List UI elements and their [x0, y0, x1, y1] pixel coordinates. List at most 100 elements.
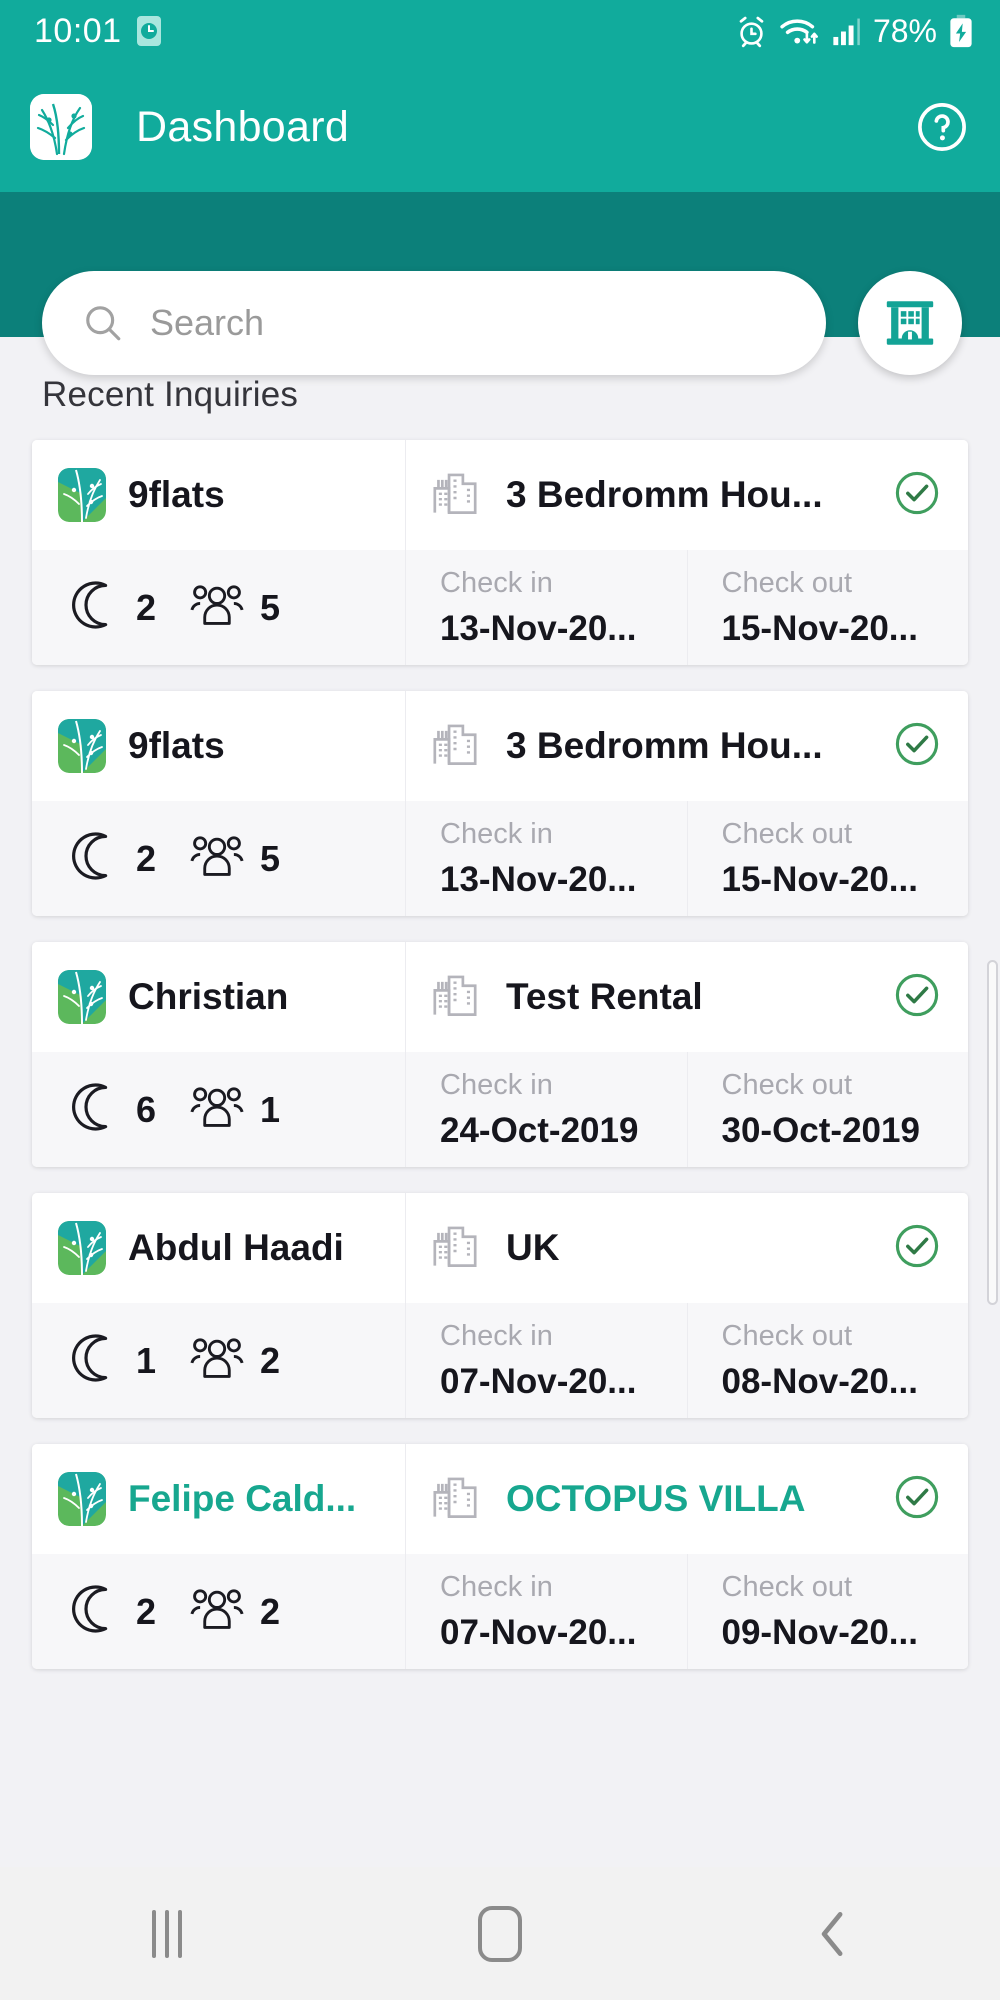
city-buildings-icon: [430, 467, 480, 524]
property-button[interactable]: [858, 271, 962, 375]
check-in-cell: Check in 07-Nov-20...: [406, 1554, 688, 1669]
check-out-value: 30-Oct-2019: [721, 1110, 920, 1150]
check-in-value: 13-Nov-20...: [440, 608, 637, 648]
city-buildings-icon: [430, 1471, 480, 1528]
property-cell[interactable]: UK: [406, 1193, 968, 1303]
search-box[interactable]: [42, 271, 826, 375]
nights-value: 6: [136, 1088, 157, 1130]
check-out-cell: Check out 08-Nov-20...: [688, 1303, 969, 1418]
inquiry-card[interactable]: Christian Test Rental 6 1 Check in 24-Oc…: [32, 942, 968, 1167]
nights-stat: 2: [72, 579, 156, 636]
check-in-label: Check in: [440, 817, 553, 850]
guest-name: 9flats: [128, 725, 225, 766]
guest-name: Christian: [128, 976, 289, 1017]
guests-stat: 5: [190, 833, 280, 884]
leaf-logo-icon: [30, 94, 92, 160]
guests-stat: 2: [190, 1586, 280, 1637]
city-buildings-icon: [430, 718, 480, 775]
check-out-label: Check out: [721, 1570, 853, 1603]
check-in-label: Check in: [440, 566, 553, 599]
search-input[interactable]: [150, 302, 786, 344]
inquiry-card-list: 9flats 3 Bedromm Hou... 2 5 Check in 13-…: [0, 415, 1000, 1669]
check-out-label: Check out: [721, 1068, 853, 1101]
status-confirmed-icon: [892, 719, 942, 774]
check-in-cell: Check in 13-Nov-20...: [406, 550, 688, 665]
guest-cell[interactable]: 9flats: [32, 691, 406, 801]
property-cell[interactable]: 3 Bedromm Hou...: [406, 440, 968, 550]
scrollbar[interactable]: [987, 960, 998, 1305]
nights-value: 2: [136, 837, 157, 879]
inquiry-card-details: 2 2 Check in 07-Nov-20... Check out 09-N…: [32, 1554, 968, 1669]
inquiry-card-details: 2 5 Check in 13-Nov-20... Check out 15-N…: [32, 801, 968, 916]
leaf-logo-icon: [58, 719, 106, 773]
app-bar: Dashboard: [0, 62, 1000, 192]
property-name: OCTOPUS VILLA: [506, 1478, 806, 1519]
property-name: Test Rental: [506, 976, 703, 1017]
nights-stat: 2: [72, 1583, 156, 1640]
recents-icon[interactable]: [107, 1889, 227, 1979]
stay-stats: 2 5: [32, 801, 406, 916]
leaf-logo-icon: [58, 1221, 106, 1275]
nights-stat: 2: [72, 830, 156, 887]
city-buildings-icon: [430, 969, 480, 1026]
city-buildings-icon: [430, 1220, 480, 1277]
system-navigation-bar: [0, 1867, 1000, 2000]
property-cell[interactable]: 3 Bedromm Hou...: [406, 691, 968, 801]
guests-value: 5: [260, 586, 281, 628]
property-name: UK: [506, 1227, 560, 1268]
check-in-value: 07-Nov-20...: [440, 1361, 637, 1401]
inquiry-card-header: Abdul Haadi UK: [32, 1193, 968, 1303]
inquiry-card-details: 6 1 Check in 24-Oct-2019 Check out 30-Oc…: [32, 1052, 968, 1167]
stay-stats: 1 2: [32, 1303, 406, 1418]
check-out-value: 08-Nov-20...: [721, 1361, 918, 1401]
inquiry-card[interactable]: Felipe Cald... OCTOPUS VILLA 2 2 Check i…: [32, 1444, 968, 1669]
nights-value: 2: [136, 1590, 157, 1632]
check-in-value: 13-Nov-20...: [440, 859, 637, 899]
property-cell[interactable]: OCTOPUS VILLA: [406, 1444, 968, 1554]
guest-cell[interactable]: Abdul Haadi: [32, 1193, 406, 1303]
help-circle-icon[interactable]: [916, 101, 968, 153]
page-title: Dashboard: [136, 102, 350, 151]
search-icon: [86, 306, 121, 341]
inquiry-card-header: 9flats 3 Bedromm Hou...: [32, 440, 968, 550]
inquiry-card-details: 1 2 Check in 07-Nov-20... Check out 08-N…: [32, 1303, 968, 1418]
nights-stat: 6: [72, 1081, 156, 1138]
building-icon: [886, 301, 934, 345]
guest-cell[interactable]: Felipe Cald...: [32, 1444, 406, 1554]
guests-value: 1: [260, 1088, 281, 1130]
stay-stats: 2 5: [32, 550, 406, 665]
guest-cell[interactable]: 9flats: [32, 440, 406, 550]
leaf-logo-icon: [58, 1472, 106, 1526]
check-out-cell: Check out 15-Nov-20...: [688, 550, 969, 665]
search-row: [0, 268, 1000, 378]
property-cell[interactable]: Test Rental: [406, 942, 968, 1052]
check-out-value: 15-Nov-20...: [721, 859, 918, 899]
people-icon: [190, 1586, 244, 1637]
check-out-label: Check out: [721, 817, 853, 850]
inquiry-card-header: Christian Test Rental: [32, 942, 968, 1052]
status-bar: 10:01 78%: [0, 0, 1000, 62]
check-out-label: Check out: [721, 566, 853, 599]
guest-cell[interactable]: Christian: [32, 942, 406, 1052]
clock-badge-icon: [136, 16, 161, 46]
battery-charging-icon: [950, 14, 972, 48]
check-in-cell: Check in 07-Nov-20...: [406, 1303, 688, 1418]
guests-value: 2: [260, 1590, 281, 1632]
inquiry-card[interactable]: Abdul Haadi UK 1 2 Check in 07-Nov-20...…: [32, 1193, 968, 1418]
moon-icon: [72, 1332, 120, 1389]
people-icon: [190, 833, 244, 884]
check-in-label: Check in: [440, 1068, 553, 1101]
home-icon[interactable]: [440, 1889, 560, 1979]
check-out-value: 15-Nov-20...: [721, 608, 918, 648]
inquiry-card[interactable]: 9flats 3 Bedromm Hou... 2 5 Check in 13-…: [32, 691, 968, 916]
check-in-cell: Check in 24-Oct-2019: [406, 1052, 688, 1167]
property-name: 3 Bedromm Hou...: [506, 725, 823, 766]
back-icon[interactable]: [773, 1889, 893, 1979]
nights-stat: 1: [72, 1332, 156, 1389]
check-in-label: Check in: [440, 1319, 553, 1352]
check-out-cell: Check out 30-Oct-2019: [688, 1052, 969, 1167]
inquiry-card-header: Felipe Cald... OCTOPUS VILLA: [32, 1444, 968, 1554]
inquiry-card[interactable]: 9flats 3 Bedromm Hou... 2 5 Check in 13-…: [32, 440, 968, 665]
people-icon: [190, 582, 244, 633]
status-time: 10:01: [34, 12, 122, 50]
